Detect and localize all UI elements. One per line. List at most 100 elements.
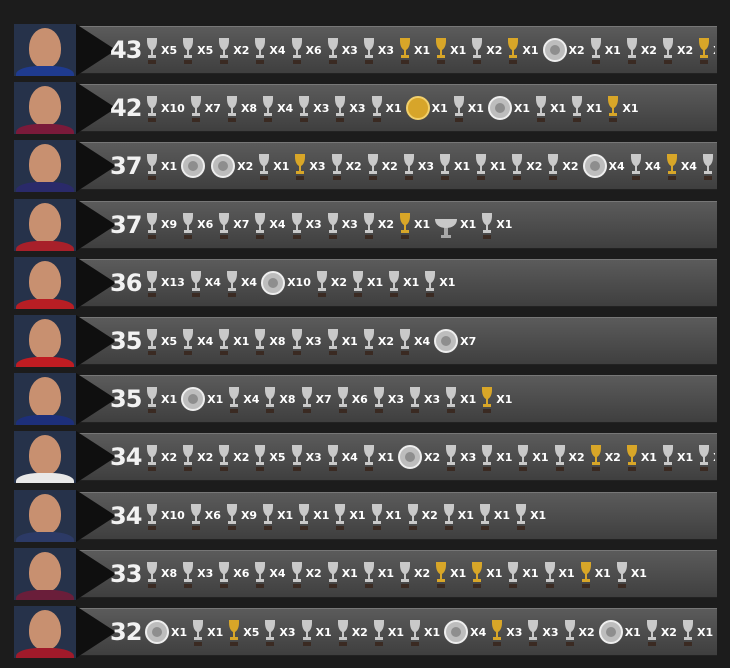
trophy-count: X7 [460, 334, 477, 348]
cup-icon [660, 441, 676, 473]
trophy-count: X7 [233, 218, 250, 232]
trophy-list: X10 X7 X8 X4 X3 X3 X1 X1 X1 X1 X1 X1 X1 [144, 82, 715, 134]
bowl-icon [433, 209, 459, 241]
trophy-count: X2 [578, 625, 595, 639]
trophy-count: X1 [558, 567, 575, 581]
trophy-count: X10 [161, 101, 185, 115]
trophy-count: X1 [630, 567, 647, 581]
cup-icon [350, 267, 366, 299]
trophy-list: X1X2X1X3X2X2X3X1X1X2X2X4X4X4X3 [144, 140, 715, 192]
cup-icon [180, 325, 196, 357]
trophy-item: X1 [605, 92, 638, 124]
trophy-item: X9 [224, 500, 257, 532]
trophy-count: X1 [349, 509, 366, 523]
trophy-count: X8 [240, 101, 258, 115]
trophy-item: X1 [325, 558, 358, 590]
trophy-item: X1 [296, 500, 329, 532]
trophy-item: X1 [479, 209, 512, 241]
cup-icon [299, 616, 315, 648]
player-row: 37 X9 X6 X7 X4 X3 X3 X2 X1 X1 X1 [14, 198, 717, 251]
cup-icon [696, 441, 712, 473]
trophy-count: X2 [377, 334, 394, 348]
trophy-count: X1 [385, 509, 402, 523]
trophy-item: X1 [361, 441, 394, 473]
cup-icon [180, 441, 196, 473]
trophy-item: X2 [542, 34, 585, 66]
trophy-item: X5 [180, 34, 213, 66]
trophy-list: X8 X3 X6 X4 X2 X1 X1 X2 X1 X1 X1 X1 X1 X1 [144, 548, 715, 600]
trophy-item: X1 [422, 267, 455, 299]
cup-icon [644, 616, 660, 648]
trophy-count: X4 [608, 159, 625, 173]
cup-icon [216, 441, 232, 473]
trophy-count: X2 [413, 567, 431, 581]
trophy-count: X1 [496, 392, 513, 406]
player-avatar [14, 489, 76, 542]
trophy-count: X3 [349, 101, 366, 115]
trophy-count: X1 [161, 159, 178, 173]
cup-icon [371, 616, 387, 648]
gold-cup-icon [226, 616, 242, 648]
cup-icon [332, 500, 348, 532]
trophy-count: X3 [309, 159, 326, 173]
trophy-item: X3 [489, 616, 522, 648]
trophy-count: X1 [439, 276, 456, 290]
cup-icon [188, 500, 204, 532]
trophy-list: X5X5X2X4X6X3X3X1X1X2X1X2X1X2X2X1X1X1 [144, 24, 715, 76]
trophy-item: X8 [262, 383, 296, 415]
trophy-item: X5 [144, 325, 177, 357]
trophy-item: X1 [479, 383, 512, 415]
trophy-item: X1 [144, 616, 187, 648]
cup-icon [361, 34, 377, 66]
cup-icon [224, 92, 240, 124]
trophy-count: X3 [313, 101, 330, 115]
cup-icon [407, 383, 423, 415]
trophy-item: X2 [361, 325, 394, 357]
trophy-item: X3 [289, 209, 322, 241]
trophy-count: X3 [305, 334, 322, 348]
trophy-count: X4 [277, 101, 294, 115]
trophy-count: X2 [423, 450, 441, 464]
player-avatar [14, 606, 76, 658]
trophy-count: X9 [240, 509, 258, 523]
trophy-item: X2 [509, 150, 542, 182]
trophy-count: X3 [341, 43, 358, 57]
trophy-count: X1 [493, 509, 511, 523]
trophy-count: X3 [506, 625, 523, 639]
trophy-list: X1 X1 X5 X3 X1 X2 X1 X1 X4 X3 X3 X2 X1 X2 X1 [144, 606, 715, 658]
cup-icon [437, 150, 453, 182]
trophy-count: X2 [233, 43, 250, 57]
trophy-count: X1 [171, 625, 188, 639]
cup-icon [525, 616, 541, 648]
trophy-count: X2 [345, 159, 362, 173]
trophy-count: X4 [243, 392, 260, 406]
cup-icon [365, 150, 381, 182]
trophy-item: X4 [582, 150, 625, 182]
trophy-item: X2 [397, 558, 430, 590]
trophy-count: X1 [273, 159, 290, 173]
trophy-count: X1 [450, 567, 467, 581]
player-avatar [14, 198, 76, 251]
player-row: 33 X8 X3 X6 X4 X2 X1 X1 X2 X1 X1 X1 X1 X1 X1 [14, 547, 717, 600]
player-row: 43X5X5X2X4X6X3X3X1X1X2X1X2X1X2X2X1X1X1 [14, 24, 717, 76]
trophy-item: X1 [696, 441, 715, 473]
cup-icon [252, 441, 268, 473]
trophy-count: X5 [269, 450, 286, 464]
trophy-count: X1 [460, 392, 477, 406]
trophy-count: X2 [381, 159, 398, 173]
cup-icon [180, 209, 196, 241]
player-avatar [14, 24, 76, 76]
trophy-item: X2 [289, 558, 322, 590]
trophy-count: X3 [387, 392, 404, 406]
trophy-count: X2 [377, 218, 394, 232]
trophy-count: X1 [341, 567, 358, 581]
trophy-count: X10 [161, 509, 185, 523]
cup-icon [325, 209, 341, 241]
trophy-count: X10 [287, 276, 311, 290]
cup-icon [180, 34, 196, 66]
trophy-count: X5 [197, 43, 214, 57]
trophy-item: X10 [144, 500, 185, 532]
trophy-item: X1 [441, 500, 474, 532]
trophy-count: X2 [568, 450, 585, 464]
trophy-item: X2 [335, 616, 368, 648]
